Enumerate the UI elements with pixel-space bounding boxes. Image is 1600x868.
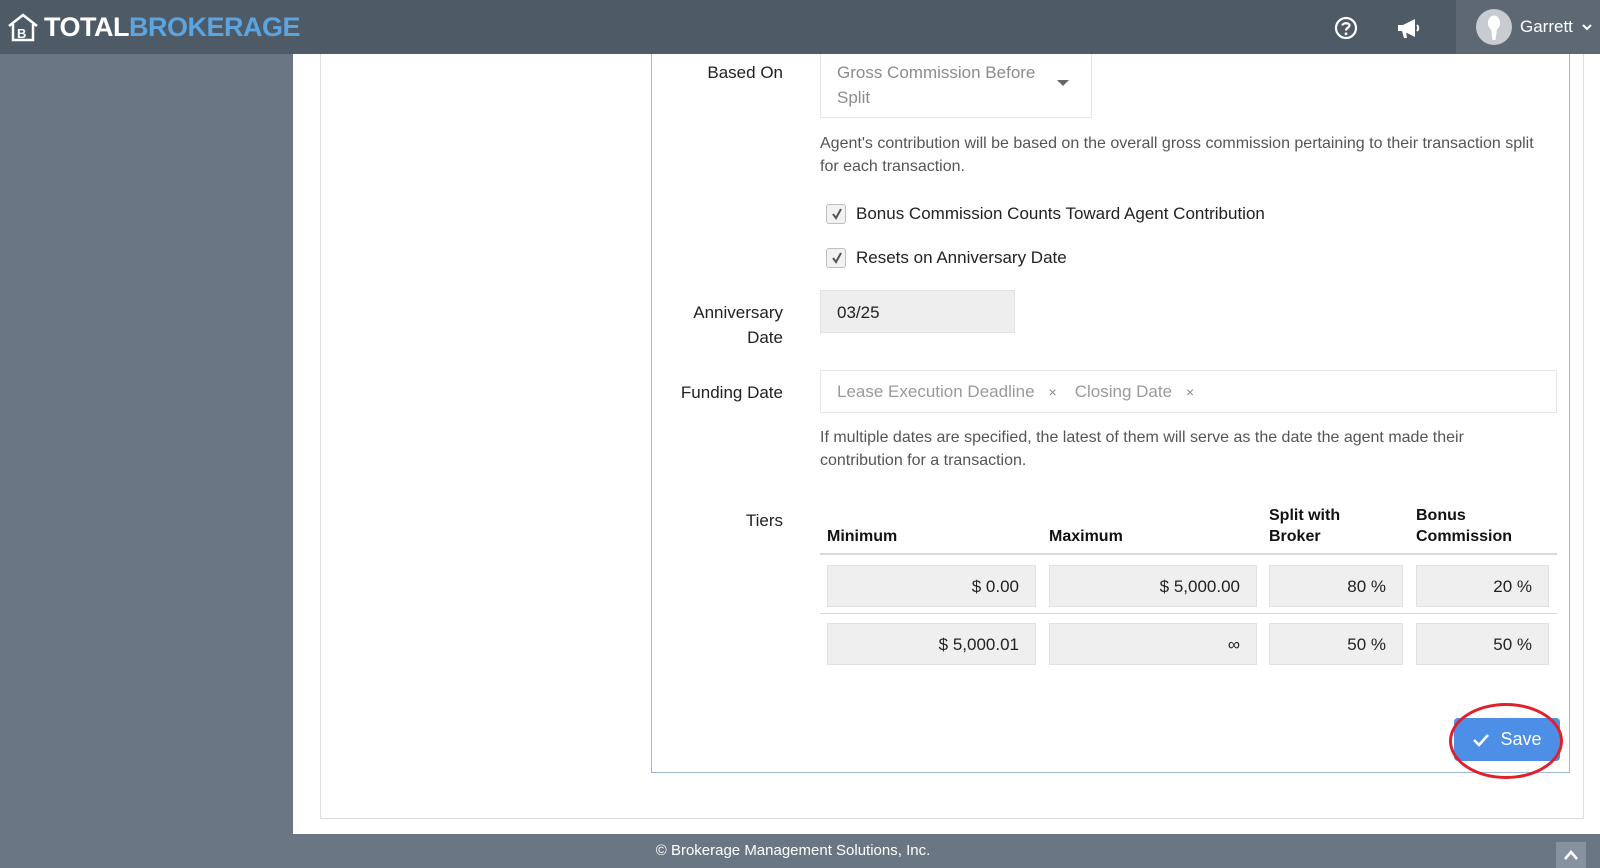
remove-tag-icon[interactable]: ×	[1186, 384, 1194, 400]
tiers-table-header: Minimum Maximum Split with Broker Bonus …	[820, 503, 1557, 555]
funding-tag-label: Closing Date	[1074, 381, 1173, 401]
column-bonus-commission: Bonus Commission	[1416, 507, 1513, 545]
funding-tag-label: Lease Execution Deadline	[837, 381, 1035, 401]
column-maximum: Maximum	[1049, 528, 1123, 545]
tier-bonus-input[interactable]: 50 %	[1416, 623, 1549, 665]
based-on-label: Based On	[707, 63, 783, 82]
tier-maximum-input[interactable]: ∞	[1049, 623, 1257, 665]
scroll-to-top-button[interactable]	[1556, 842, 1586, 868]
checkmark-icon	[832, 208, 842, 220]
table-row: $ 0.00 $ 5,000.00 80 % 20 %	[820, 557, 1557, 614]
funding-date-help-text: If multiple dates are specified, the lat…	[820, 429, 1464, 469]
resets-anniversary-checkbox[interactable]	[826, 248, 846, 268]
column-split-with-broker: Split with Broker	[1269, 507, 1341, 545]
funding-date-label: Funding Date	[680, 383, 783, 402]
user-menu[interactable]: Garrett	[1456, 0, 1600, 54]
chevron-up-icon	[1564, 850, 1578, 860]
footer-copyright: © Brokerage Management Solutions, Inc.	[655, 842, 931, 859]
funding-date-tag-input[interactable]: Lease Execution Deadline × Closing Date …	[820, 370, 1557, 413]
logo-brokerage-text: BROKERAGE	[129, 11, 301, 42]
based-on-value: Gross Commission Before Split	[837, 63, 1036, 107]
resets-anniversary-label: Resets on Anniversary Date	[856, 248, 1067, 267]
tier-minimum-input[interactable]: $ 5,000.01	[827, 623, 1036, 665]
top-bar: B TOTALBROKERAGE Garrett	[0, 0, 1600, 54]
remove-tag-icon[interactable]: ×	[1049, 384, 1057, 400]
funding-tag: Closing Date ×	[1075, 382, 1195, 402]
based-on-help-text: Agent's contribution will be based on th…	[820, 135, 1534, 175]
avatar	[1476, 9, 1512, 45]
logo[interactable]: B TOTALBROKERAGE	[6, 10, 301, 44]
svg-text:B: B	[17, 26, 26, 41]
table-row: $ 5,000.01 ∞ 50 % 50 %	[820, 615, 1557, 672]
bonus-commission-label: Bonus Commission Counts Toward Agent Con…	[856, 204, 1265, 223]
tier-bonus-input[interactable]: 20 %	[1416, 565, 1549, 607]
caret-down-icon	[1057, 80, 1069, 86]
footer: © Brokerage Management Solutions, Inc.	[293, 834, 1600, 868]
user-name: Garrett	[1520, 17, 1573, 36]
sidebar	[0, 54, 293, 868]
chevron-down-icon	[1582, 24, 1592, 31]
tier-minimum-input[interactable]: $ 0.00	[827, 565, 1036, 607]
funding-tag: Lease Execution Deadline ×	[837, 382, 1057, 402]
logo-total-text: TOTAL	[44, 11, 130, 42]
bonus-commission-checkbox[interactable]	[826, 204, 846, 224]
based-on-select[interactable]: Gross Commission Before Split	[820, 54, 1092, 118]
highlight-annotation-circle	[1449, 703, 1563, 779]
tier-split-input[interactable]: 50 %	[1269, 623, 1403, 665]
help-circle-icon[interactable]	[1332, 14, 1360, 42]
resets-anniversary-checkbox-row[interactable]: Resets on Anniversary Date	[826, 248, 1067, 268]
megaphone-icon[interactable]	[1394, 14, 1422, 42]
anniversary-date-label: Anniversary Date	[693, 303, 783, 347]
tier-split-input[interactable]: 80 %	[1269, 565, 1403, 607]
checkmark-icon	[832, 252, 842, 264]
bonus-commission-checkbox-row[interactable]: Bonus Commission Counts Toward Agent Con…	[826, 204, 1265, 224]
tier-maximum-input[interactable]: $ 5,000.00	[1049, 565, 1257, 607]
logo-house-icon: B	[8, 13, 38, 42]
anniversary-date-input[interactable]: 03/25	[820, 290, 1015, 333]
tiers-label: Tiers	[745, 511, 783, 530]
column-minimum: Minimum	[827, 528, 898, 545]
